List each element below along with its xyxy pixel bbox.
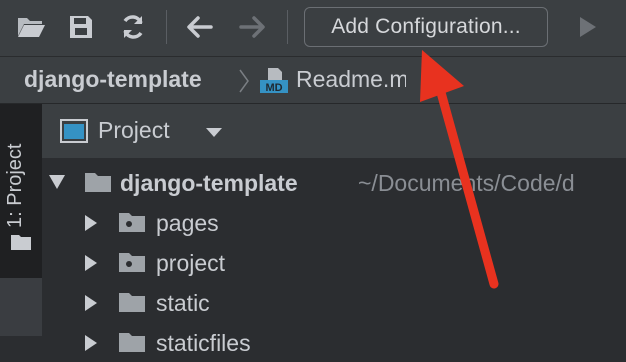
svg-text:MD: MD xyxy=(265,82,282,94)
collapsed-arrow-icon[interactable] xyxy=(84,214,98,237)
collapsed-arrow-icon[interactable] xyxy=(84,294,98,317)
tree-item[interactable]: pages xyxy=(42,202,626,242)
tree-root-path: ~/Documents/Code/d xyxy=(358,170,575,196)
main-toolbar: Add Configuration... xyxy=(0,0,626,57)
tree-item[interactable]: project xyxy=(42,242,626,282)
sync-icon[interactable] xyxy=(116,10,150,44)
folder-open-icon[interactable] xyxy=(14,10,48,44)
tree-root-label[interactable]: django-template xyxy=(120,170,298,197)
collapsed-arrow-icon[interactable] xyxy=(84,254,98,277)
add-configuration-button[interactable]: Add Configuration... xyxy=(304,7,548,47)
breadcrumb-file[interactable]: Readme.md xyxy=(296,66,406,93)
tree-item[interactable]: static xyxy=(42,282,626,322)
tree-item-label[interactable]: static xyxy=(156,290,210,317)
tree-item-label[interactable]: pages xyxy=(156,210,219,237)
folder-icon xyxy=(118,330,146,359)
project-panel-header: Project xyxy=(42,104,626,158)
project-tab-label[interactable]: 1: Project xyxy=(4,144,27,228)
play-icon[interactable] xyxy=(570,10,604,44)
tree-item-label[interactable]: project xyxy=(156,250,225,277)
project-tree: django-template ~/Documents/Code/d pages… xyxy=(42,158,626,356)
breadcrumb: django-template MD Readme.md xyxy=(0,57,626,104)
tree-item[interactable]: staticfiles xyxy=(42,322,626,362)
arrow-right-icon[interactable] xyxy=(236,10,270,44)
toolbar-separator xyxy=(166,10,167,44)
panel-title[interactable]: Project xyxy=(98,117,170,144)
arrow-left-icon[interactable] xyxy=(182,10,216,44)
toolbar-separator xyxy=(287,10,288,44)
package-folder-icon xyxy=(118,210,146,239)
chevron-right-icon xyxy=(238,69,250,98)
markdown-file-icon: MD xyxy=(258,67,292,100)
project-view-icon xyxy=(60,119,88,148)
collapsed-arrow-icon[interactable] xyxy=(84,334,98,357)
chevron-down-icon[interactable] xyxy=(205,126,223,144)
package-folder-icon xyxy=(118,250,146,279)
tree-item-label[interactable]: staticfiles xyxy=(156,330,251,357)
tree-root-row[interactable]: django-template ~/Documents/Code/d xyxy=(42,162,626,202)
expanded-arrow-icon[interactable] xyxy=(48,174,66,195)
folder-icon xyxy=(84,170,112,199)
folder-icon xyxy=(118,290,146,319)
save-icon[interactable] xyxy=(64,10,98,44)
folder-icon xyxy=(10,233,32,256)
breadcrumb-project[interactable]: django-template xyxy=(24,66,202,93)
